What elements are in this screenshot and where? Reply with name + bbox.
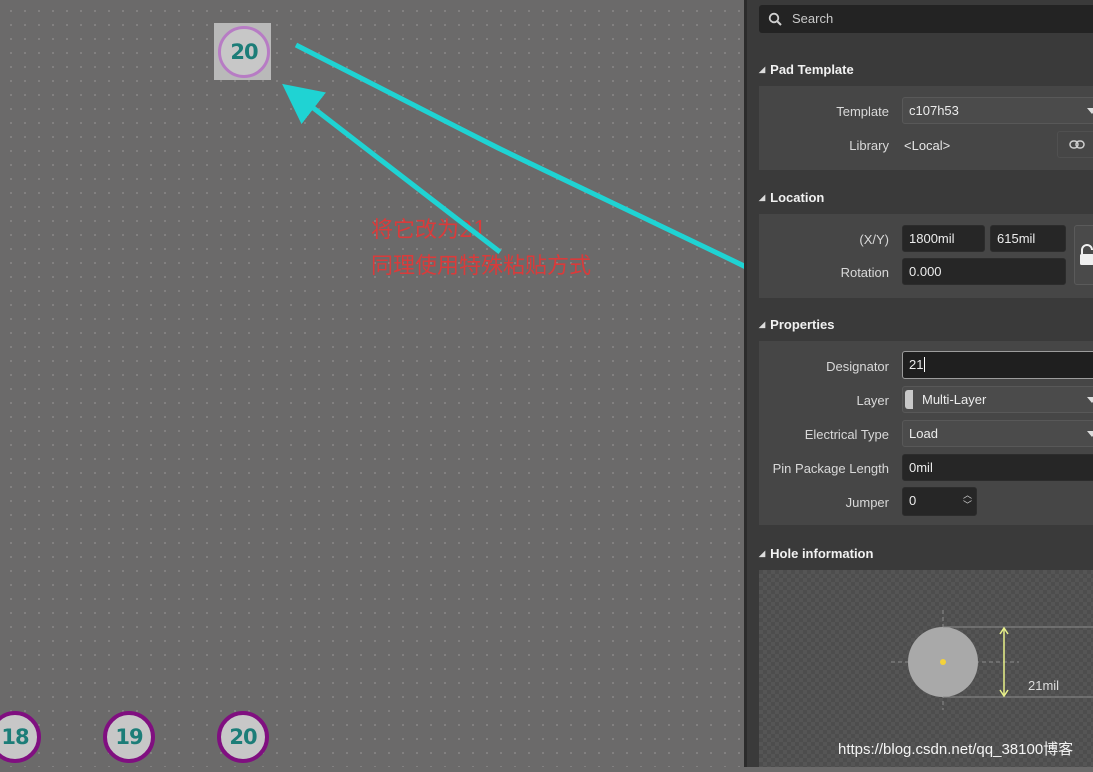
- section-hole-information[interactable]: ◢ Hole information: [759, 546, 873, 561]
- x-input[interactable]: 1800mil: [902, 225, 985, 252]
- layer-color-swatch: [905, 390, 913, 409]
- template-value: c107h53: [909, 103, 959, 118]
- section-title: Pad Template: [770, 62, 854, 77]
- search-box[interactable]: Search: [759, 5, 1093, 33]
- template-label: Template: [836, 104, 889, 119]
- xy-label: (X/Y): [859, 232, 889, 247]
- arrow-to-pad: [282, 83, 502, 254]
- lock-icon: [1080, 244, 1093, 265]
- chevron-down-icon: [1087, 397, 1093, 403]
- collapse-triangle-icon: ◢: [759, 320, 766, 329]
- hole-dimension-label: 21mil: [1028, 678, 1060, 693]
- rotation-input[interactable]: 0.000: [902, 258, 1066, 285]
- properties-panel: Search ◢ Pad Template Template c107h53 Li…: [744, 0, 1093, 767]
- template-dropdown[interactable]: c107h53: [902, 97, 1093, 124]
- lock-button[interactable]: [1074, 225, 1093, 285]
- section-title: Properties: [770, 317, 835, 332]
- pin-package-length-label: Pin Package Length: [772, 461, 889, 476]
- electrical-type-value: Load: [909, 426, 938, 441]
- section-title: Location: [770, 190, 825, 205]
- search-icon: [768, 12, 782, 26]
- collapse-triangle-icon: ◢: [759, 549, 766, 558]
- library-value: <Local>: [904, 138, 951, 153]
- stepper-arrows-icon[interactable]: ︿ ﹀: [963, 490, 972, 510]
- library-label: Library: [849, 138, 889, 153]
- section-pad-template[interactable]: ◢ Pad Template: [759, 62, 854, 77]
- pin-package-length-input[interactable]: 0mil: [902, 454, 1093, 481]
- designator-input[interactable]: 21: [902, 351, 1093, 379]
- link-icon: [1069, 140, 1085, 149]
- section-title: Hole information: [770, 546, 874, 561]
- jumper-label: Jumper: [845, 495, 889, 510]
- layer-value: Multi-Layer: [922, 392, 987, 407]
- section-location[interactable]: ◢ Location: [759, 190, 824, 205]
- layer-dropdown[interactable]: Multi-Layer: [902, 386, 1093, 413]
- watermark: https://blog.csdn.net/qq_38100博客: [838, 741, 1074, 758]
- chevron-down-icon: [1087, 431, 1093, 437]
- hole-center-dot: [940, 659, 946, 665]
- search-input[interactable]: Search: [792, 11, 833, 26]
- pad-template-box: Template c107h53 Library <Local>: [759, 86, 1093, 170]
- electrical-type-dropdown[interactable]: Load: [902, 420, 1093, 447]
- properties-box: Designator 21 Layer Multi-Layer Electric…: [759, 341, 1093, 525]
- jumper-stepper[interactable]: 0 ︿ ﹀: [902, 487, 977, 516]
- chevron-down-icon: [1087, 108, 1093, 114]
- designator-label: Designator: [826, 359, 889, 374]
- text-cursor: [924, 357, 926, 372]
- designator-value: 21: [909, 357, 924, 372]
- y-input[interactable]: 615mil: [990, 225, 1066, 252]
- section-properties[interactable]: ◢ Properties: [759, 317, 834, 332]
- jumper-value: 0: [909, 493, 917, 508]
- electrical-type-label: Electrical Type: [804, 427, 889, 442]
- location-box: (X/Y) 1800mil 615mil Rotation 0.000: [759, 214, 1093, 298]
- rotation-label: Rotation: [840, 265, 889, 280]
- collapse-triangle-icon: ◢: [759, 65, 766, 74]
- layer-label: Layer: [856, 393, 889, 408]
- collapse-triangle-icon: ◢: [759, 193, 766, 202]
- link-button[interactable]: [1057, 131, 1093, 158]
